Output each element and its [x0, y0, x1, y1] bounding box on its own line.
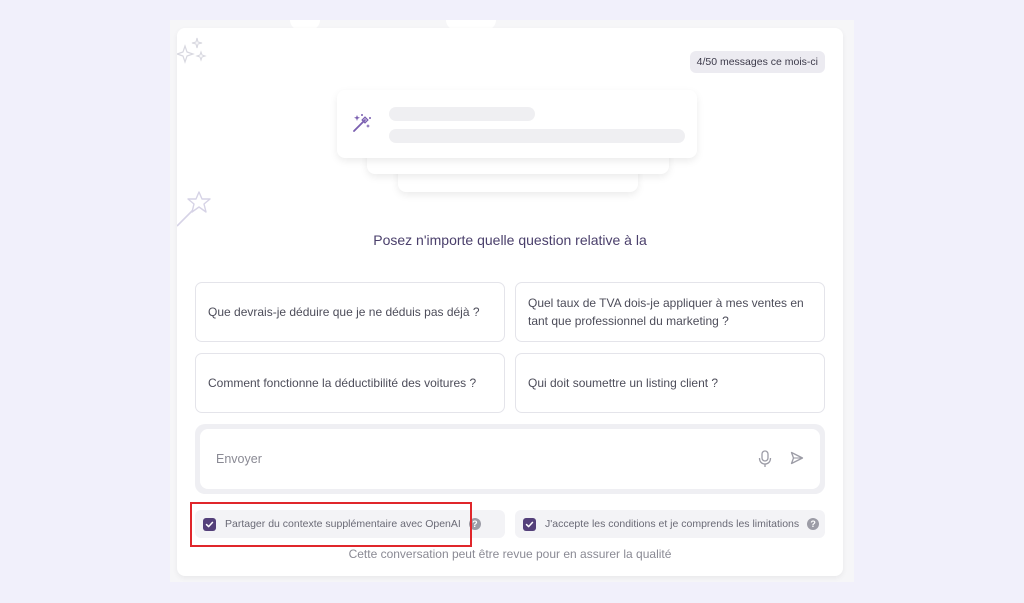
- accept-terms-checkbox[interactable]: [523, 517, 536, 531]
- page-headline: Posez n'importe quelle question relative…: [373, 232, 647, 248]
- suggestion-card[interactable]: Qui doit soumettre un listing client ?: [515, 353, 825, 413]
- highlight-box: [190, 502, 472, 547]
- composer-box: [200, 429, 820, 489]
- magic-wand-decoration-icon: [177, 191, 211, 227]
- message-composer: [195, 424, 825, 494]
- checkmark-icon: [525, 521, 534, 527]
- microphone-icon[interactable]: [758, 450, 772, 468]
- accept-terms-label: J'accepte les conditions et je comprends…: [545, 518, 800, 530]
- loading-placeholder: [389, 107, 535, 121]
- loading-placeholder: [389, 129, 685, 143]
- accept-terms-option[interactable]: J'accepte les conditions et je comprends…: [515, 510, 825, 538]
- sparkles-decoration-icon: [177, 37, 207, 64]
- footer-note: Cette conversation peut être revue pour …: [348, 547, 672, 561]
- message-input[interactable]: [216, 429, 736, 489]
- send-icon[interactable]: [790, 451, 804, 465]
- suggestion-card[interactable]: Que devrais-je déduire que je ne déduis …: [195, 282, 505, 342]
- usage-badge: 4/50 messages ce mois-ci: [689, 51, 825, 73]
- magic-wand-icon: [353, 114, 371, 132]
- chat-panel: 4/50 messages ce mois-ci Posez n'importe…: [177, 28, 843, 576]
- stacked-card-front: [337, 90, 697, 158]
- suggestion-card[interactable]: Quel taux de TVA dois-je appliquer à mes…: [515, 282, 825, 342]
- suggestion-card[interactable]: Comment fonctionne la déductibilité des …: [195, 353, 505, 413]
- help-icon[interactable]: ?: [807, 518, 820, 530]
